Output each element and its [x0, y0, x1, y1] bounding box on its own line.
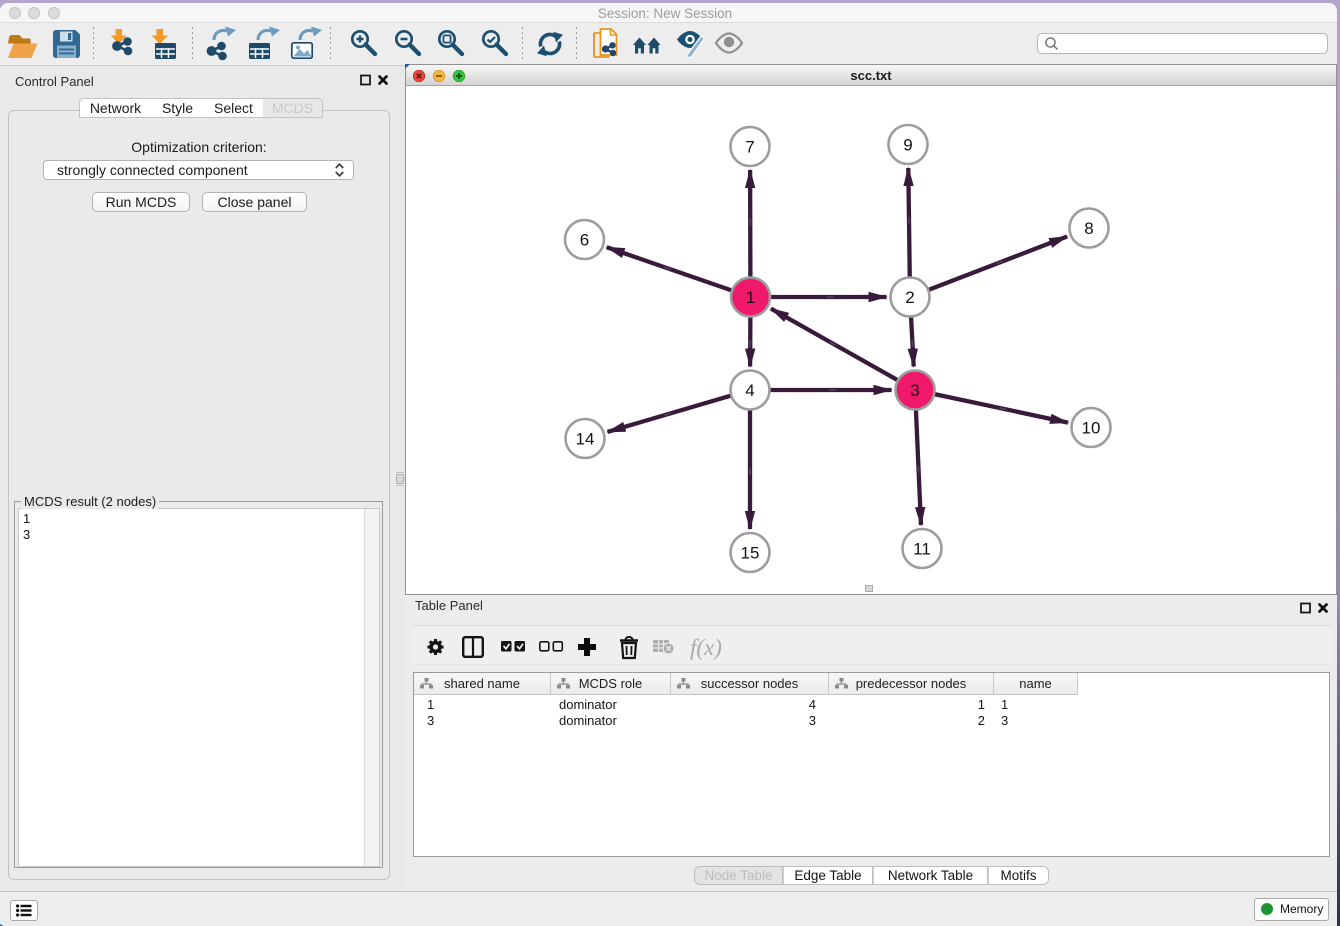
- svg-text:11: 11: [913, 540, 931, 559]
- svg-text:3: 3: [910, 381, 919, 400]
- svg-text:14: 14: [576, 430, 595, 449]
- svg-text:2: 2: [905, 288, 914, 307]
- svg-text:6: 6: [580, 231, 589, 250]
- svg-text:1: 1: [746, 288, 755, 307]
- svg-text:9: 9: [903, 136, 912, 155]
- svg-text:15: 15: [741, 544, 760, 563]
- svg-text:f(x): f(x): [690, 635, 722, 660]
- svg-text:7: 7: [745, 138, 754, 157]
- svg-text:8: 8: [1084, 219, 1093, 238]
- svg-text:10: 10: [1082, 419, 1101, 438]
- svg-text:4: 4: [745, 381, 754, 400]
